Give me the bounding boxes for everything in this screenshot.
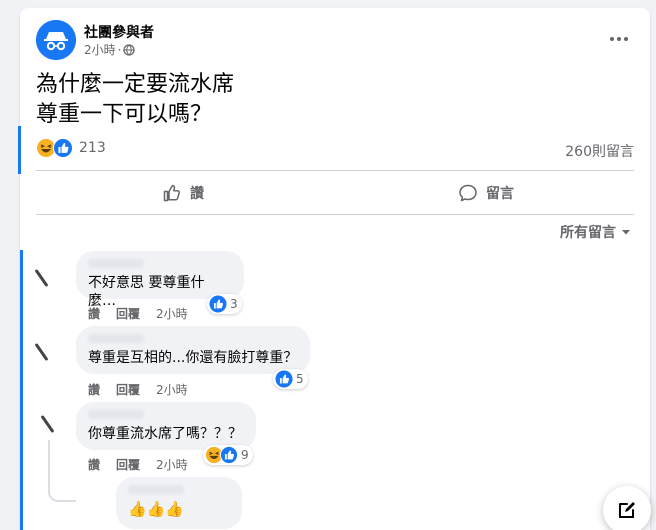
comment-count[interactable]: 260則留言 bbox=[565, 141, 634, 161]
comment-actions: 讚 回覆 2小時 bbox=[88, 305, 188, 322]
commenter-name-redacted[interactable] bbox=[128, 485, 184, 494]
reaction-summary[interactable]: 213 bbox=[36, 138, 106, 158]
post-body: 為什麼一定要流水席 尊重一下可以嗎？ bbox=[36, 70, 234, 130]
comment-reply-button[interactable]: 回覆 bbox=[116, 456, 140, 473]
comment-icon bbox=[459, 184, 477, 202]
like-reaction-icon bbox=[220, 446, 238, 464]
comment-actions: 讚 回覆 2小時 bbox=[88, 456, 188, 473]
globe-icon bbox=[123, 43, 136, 56]
comment-reactions[interactable]: 3 bbox=[207, 294, 242, 314]
like-reaction-icon bbox=[275, 370, 293, 388]
comment-label: 留言 bbox=[486, 186, 514, 202]
post-line: 為什麼一定要流水席 bbox=[36, 72, 235, 97]
comment-time[interactable]: 2小時 bbox=[156, 305, 188, 322]
comment-reaction-count: 5 bbox=[296, 372, 304, 386]
comment-text: 👍👍👍 bbox=[128, 500, 185, 518]
post-time[interactable]: 2小時 bbox=[84, 41, 116, 58]
edit-icon bbox=[619, 502, 635, 518]
post-line: 尊重一下可以嗎？ bbox=[36, 102, 213, 127]
comment-bubble: 👍👍👍 bbox=[116, 477, 242, 529]
anonymous-avatar[interactable] bbox=[36, 20, 76, 60]
sort-label: 所有留言 bbox=[560, 225, 616, 241]
comment-like-button[interactable]: 讚 bbox=[88, 381, 100, 398]
comment-avatar[interactable] bbox=[36, 408, 68, 440]
caret-down-icon bbox=[622, 230, 630, 235]
like-label: 讚 bbox=[190, 186, 204, 202]
comment-bubble: 你尊重流水席了嗎？？？ bbox=[76, 402, 256, 450]
comment-reply-button[interactable]: 回覆 bbox=[116, 305, 140, 322]
reply-connector bbox=[48, 488, 76, 502]
like-reaction-icon bbox=[53, 138, 73, 158]
thumbs-up-icon bbox=[163, 184, 181, 202]
comment-reactions[interactable]: 9 bbox=[203, 445, 253, 465]
comment-avatar[interactable] bbox=[80, 484, 108, 512]
incognito-icon bbox=[36, 20, 76, 60]
accent-bar bbox=[20, 250, 23, 530]
like-button[interactable]: 讚 bbox=[162, 176, 204, 210]
comment-time[interactable]: 2小時 bbox=[156, 456, 188, 473]
like-reaction-icon bbox=[209, 295, 227, 313]
reply-thread-line bbox=[48, 440, 50, 488]
accent-bar bbox=[18, 126, 21, 174]
comment-avatar[interactable] bbox=[30, 336, 62, 368]
reaction-count: 213 bbox=[79, 140, 106, 156]
comment-actions: 讚 回覆 2小時 bbox=[88, 381, 188, 398]
comment-reaction-count: 3 bbox=[230, 297, 238, 311]
comment-bubble: 尊重是互相的...你還有臉打尊重？ bbox=[76, 326, 310, 374]
comment-button[interactable]: 留言 bbox=[458, 176, 514, 210]
comment-like-button[interactable]: 讚 bbox=[88, 305, 100, 322]
compose-button[interactable] bbox=[603, 486, 651, 530]
comment-text: 尊重是互相的...你還有臉打尊重？ bbox=[88, 350, 298, 366]
comment-like-button[interactable]: 讚 bbox=[88, 456, 100, 473]
commenter-name-redacted[interactable] bbox=[88, 410, 144, 419]
meta-separator: · bbox=[117, 42, 122, 57]
comment-avatar[interactable] bbox=[30, 262, 62, 294]
divider bbox=[36, 214, 634, 215]
divider bbox=[36, 170, 634, 171]
more-options-icon[interactable] bbox=[608, 28, 630, 50]
comment-text: 你尊重流水席了嗎？？？ bbox=[88, 426, 242, 442]
comment-sort-dropdown[interactable]: 所有留言 bbox=[560, 222, 632, 242]
commenter-name-redacted[interactable] bbox=[88, 259, 144, 268]
comment-reaction-count: 9 bbox=[241, 448, 249, 462]
post-meta: 2小時 · bbox=[84, 41, 136, 58]
commenter-name-redacted[interactable] bbox=[88, 334, 144, 343]
comment-reactions[interactable]: 5 bbox=[273, 369, 308, 389]
comment-time[interactable]: 2小時 bbox=[156, 381, 188, 398]
comment-reply-button[interactable]: 回覆 bbox=[116, 381, 140, 398]
comment-bubble: 不好意思 要尊重什麼… bbox=[76, 251, 244, 309]
post-author[interactable]: 社團參與者 bbox=[84, 22, 154, 42]
